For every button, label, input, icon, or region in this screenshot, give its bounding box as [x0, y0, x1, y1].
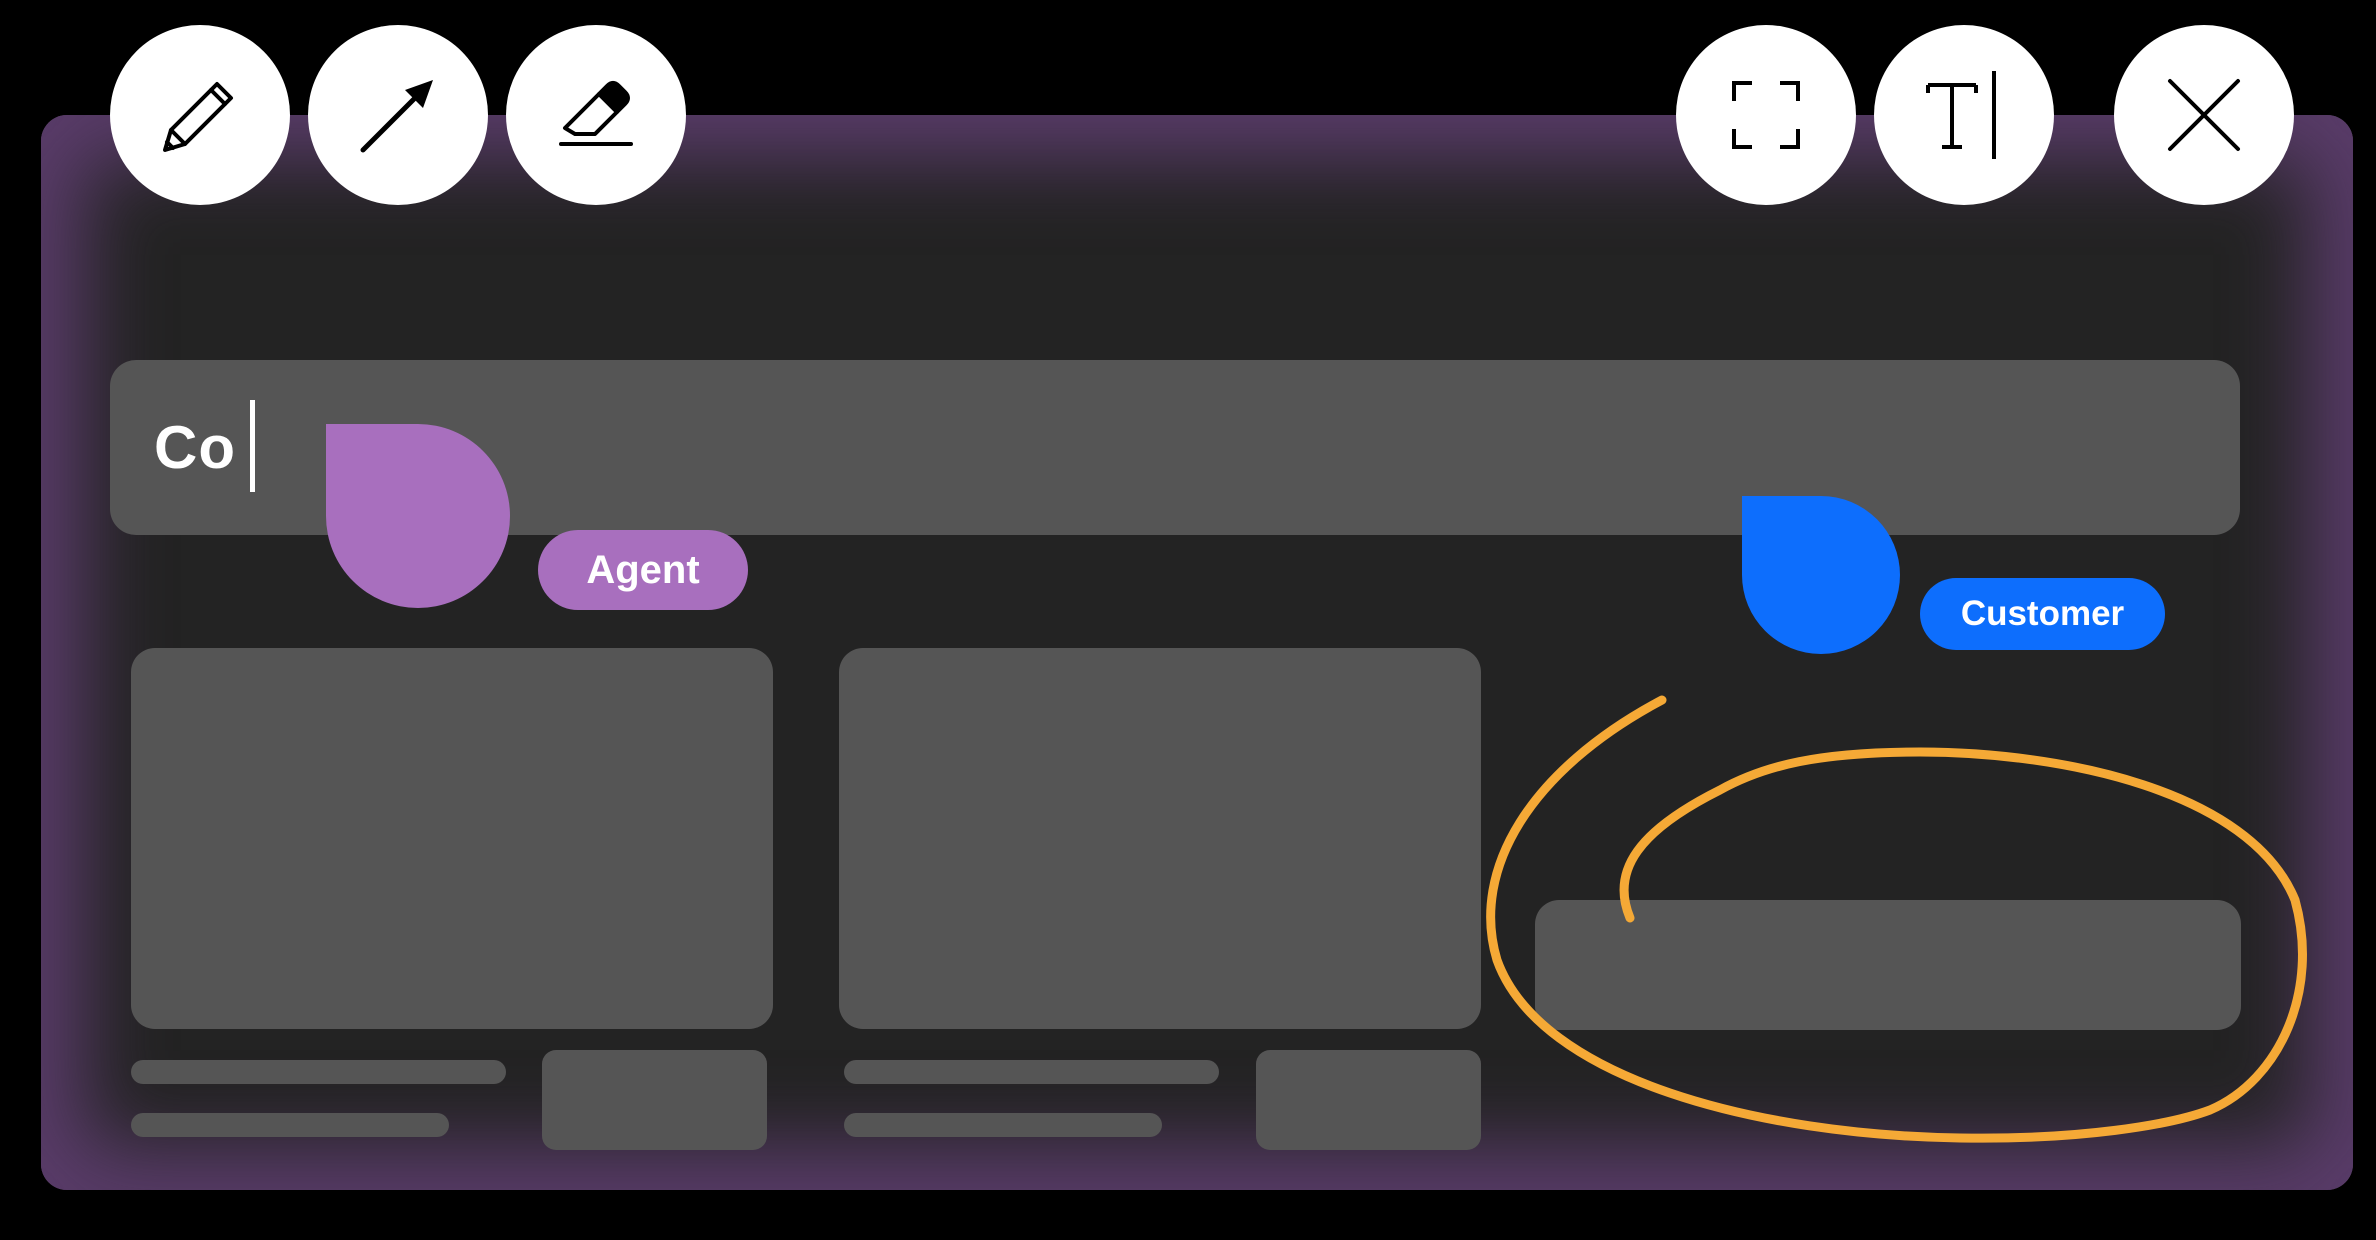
search-input-value: Co: [154, 414, 236, 481]
button-placeholder[interactable]: [1256, 1050, 1481, 1150]
pencil-tool-button[interactable]: [110, 25, 290, 205]
content-banner[interactable]: [1535, 900, 2241, 1030]
eraser-tool-button[interactable]: [506, 25, 686, 205]
arrow-icon: [360, 80, 433, 153]
eraser-icon: [559, 81, 633, 146]
stage: Co Agent Customer: [0, 0, 2376, 1240]
close-icon: [2168, 79, 2240, 151]
button-placeholder[interactable]: [542, 1050, 767, 1150]
text-tool-button[interactable]: [1874, 25, 2054, 205]
content-card[interactable]: [131, 648, 773, 1029]
screenshot-frame-icon: [1732, 81, 1800, 149]
arrow-tool-button[interactable]: [308, 25, 488, 205]
text-caret: [250, 400, 255, 492]
pencil-icon: [163, 82, 233, 152]
customer-cursor-label: Customer: [1920, 578, 2165, 650]
text-placeholder: [844, 1060, 1219, 1084]
agent-cursor-label: Agent: [538, 530, 748, 610]
customer-cursor: [1742, 496, 1900, 654]
close-button[interactable]: [2114, 25, 2294, 205]
text-placeholder: [844, 1113, 1162, 1137]
text-placeholder: [131, 1060, 506, 1084]
frame-tool-button[interactable]: [1676, 25, 1856, 205]
content-card[interactable]: [839, 648, 1481, 1029]
agent-cursor: [326, 424, 510, 608]
text-tool-icon: [1926, 71, 1996, 159]
text-placeholder: [131, 1113, 449, 1137]
